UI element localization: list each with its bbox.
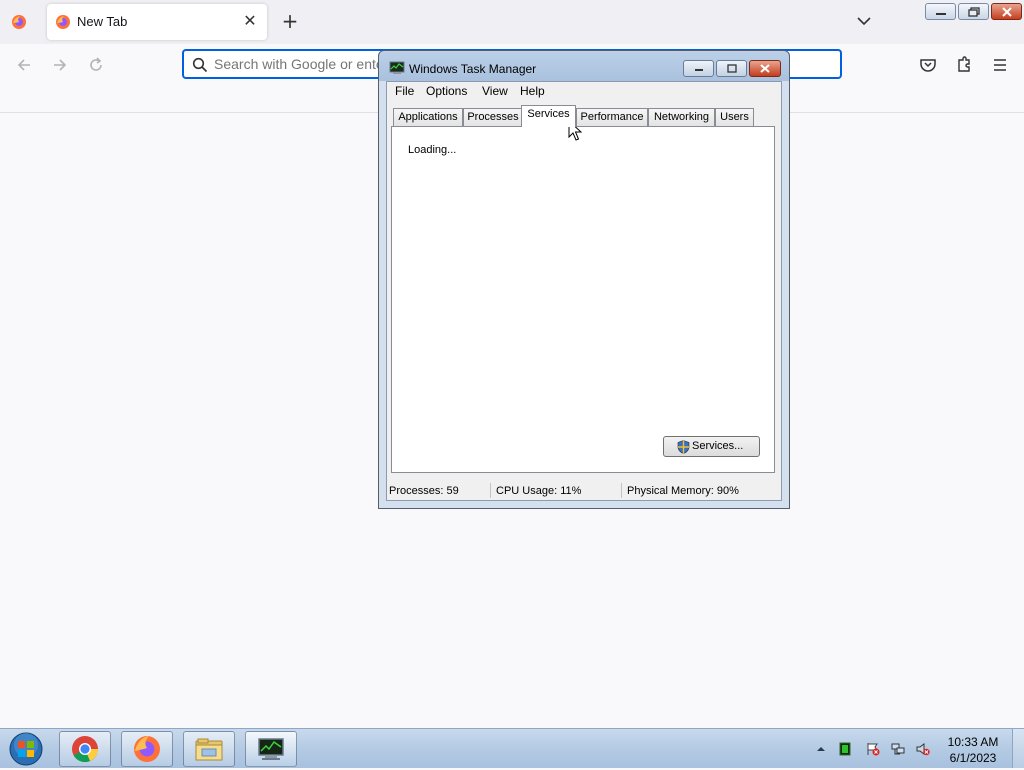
task-manager-tray-icon[interactable] [838,742,852,756]
services-button[interactable]: Services... [663,436,760,457]
task-manager-title-icon [389,61,405,74]
firefox-tab-icon [56,15,70,29]
restore-button[interactable] [958,3,989,20]
firefox-icon [134,736,160,762]
chrome-icon [72,736,98,763]
pocket-icon[interactable] [919,56,937,74]
close-window-button[interactable] [991,3,1022,20]
tab-users[interactable]: Users [715,108,754,126]
file-explorer-icon [195,738,223,761]
tab-new-tab[interactable]: New Tab ✕ [47,4,267,40]
status-bar: Processes: 59 CPU Usage: 11% Physical Me… [387,481,781,500]
task-manager-client: File Options View Help Applications Proc… [386,81,782,501]
menu-file[interactable]: File [395,84,414,98]
status-cpu: CPU Usage: 11% [496,485,582,497]
system-clock[interactable]: 10:33 AM 6/1/2023 [940,734,1006,766]
reload-icon[interactable] [86,55,106,75]
extensions-icon[interactable] [955,56,973,74]
tab-services[interactable]: Services [521,105,576,127]
taskbar-firefox[interactable] [121,731,173,767]
taskbar-chrome[interactable] [59,731,111,767]
tm-close-button[interactable] [749,60,781,77]
search-icon [192,57,208,73]
menu-help[interactable]: Help [520,84,545,98]
tab-performance[interactable]: Performance [576,108,648,126]
clock-date: 6/1/2023 [949,751,997,765]
taskbar-file-explorer[interactable] [183,731,235,767]
tm-minimize-button[interactable] [683,60,714,77]
loading-text: Loading... [408,144,457,156]
tab-applications[interactable]: Applications [393,108,463,126]
services-panel: Loading... Services... [391,126,775,473]
task-manager-icon [258,738,284,760]
tm-menu-bar: File Options View Help [387,82,781,101]
tab-networking[interactable]: Networking [648,108,715,126]
windows-taskbar: 10:33 AM 6/1/2023 [0,728,1024,768]
browser-tab-bar: New Tab ✕ + [0,0,1024,44]
firefox-menu-icon[interactable] [11,14,27,30]
services-button-label: Services... [692,440,744,452]
start-orb-icon[interactable] [6,731,46,767]
forward-arrow-icon[interactable] [50,55,70,75]
menu-view[interactable]: View [482,84,508,98]
network-icon[interactable] [891,742,905,756]
task-manager-title: Windows Task Manager [409,62,537,76]
tm-maximize-button[interactable] [716,60,747,77]
status-processes: Processes: 59 [389,485,459,497]
show-desktop-button[interactable] [1012,729,1024,768]
menu-options[interactable]: Options [426,84,467,98]
volume-muted-icon[interactable] [916,742,930,756]
taskbar-task-manager[interactable] [245,731,297,767]
tab-processes[interactable]: Processes [463,108,523,126]
tab-title: New Tab [77,14,128,29]
show-hidden-icons-chevron-icon[interactable] [814,742,828,756]
uac-shield-icon [677,440,690,454]
clock-time: 10:33 AM [947,735,999,749]
status-divider [621,483,622,498]
status-divider [490,483,491,498]
back-arrow-icon[interactable] [14,55,34,75]
action-center-flag-icon[interactable] [866,742,880,756]
minimize-button[interactable] [925,3,956,20]
list-all-tabs-chevron-icon[interactable] [855,12,873,30]
new-tab-plus-icon[interactable]: + [280,10,300,32]
status-memory: Physical Memory: 90% [627,485,739,497]
task-manager-window[interactable]: Windows Task Manager File Options View H… [378,50,790,509]
app-menu-hamburger-icon[interactable] [991,56,1009,74]
tab-close-icon[interactable]: ✕ [241,12,259,30]
